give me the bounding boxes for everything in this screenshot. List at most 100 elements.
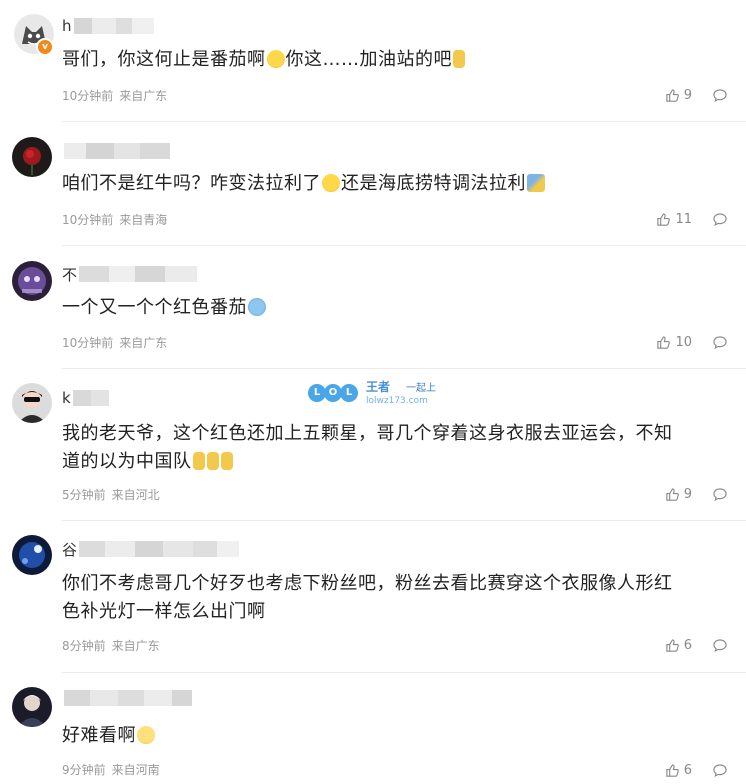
comment-text-part: 你这……加油站的吧 [285,49,452,70]
like-count: 9 [683,87,692,103]
like-count: 9 [683,486,692,502]
watermark-url: lolwz173.com [366,396,428,406]
doge-emoji-icon [220,452,233,470]
avatar[interactable] [12,137,52,177]
comment-actions: 6 [665,635,728,655]
comment-location: 来自青海 [119,212,168,227]
thumbs-up-icon [666,763,679,777]
thumbs-up-icon [657,212,671,226]
username[interactable]: k [62,388,109,408]
doge-emoji-icon [206,452,219,470]
username-redacted [73,18,154,34]
site-watermark: L O L 王者 一起上 lolwz173.com [308,378,443,412]
username-initial: h [62,17,72,35]
comment-bubble-icon[interactable] [712,212,728,227]
comment-text-part: 道的以为中国队 [62,451,192,472]
comment-time: 8分钟前 [62,638,106,653]
comment-text: 咱们不是红牛吗？咋变法拉利了 还是海底捞特调法拉利 [62,170,732,198]
like-button[interactable]: 6 [665,638,692,653]
like-count: 6 [683,637,692,653]
comment-text: 一个又一个个红色番茄 [62,294,732,322]
like-button[interactable]: 11 [656,212,692,227]
divider [62,672,746,673]
username[interactable]: 不 [62,264,198,284]
comment-location: 来自广东 [119,88,168,103]
comment-text: 我的老天爷，这个红色还加上五颗星，哥几个穿着这身衣服去亚运会，不知 道的以为中国队 [62,420,732,476]
like-button[interactable]: 9 [665,487,692,502]
comment-text: 好难看啊 [62,722,732,750]
comment-location: 来自广东 [119,335,168,350]
comment-meta: 10分钟前 来自广东 [62,333,167,351]
comment-meta: 5分钟前 来自河北 [62,485,160,503]
username-initial: 谷 [62,540,78,559]
comment-actions: 6 [665,760,728,780]
comment-meta: 10分钟前 来自青海 [62,210,167,228]
like-button[interactable]: 6 [665,763,692,778]
comment-bubble-icon[interactable] [712,638,728,653]
comment-actions: 9 [665,85,728,105]
username-redacted [79,266,198,282]
laughing-emoji-icon [266,50,285,68]
avatar[interactable] [12,535,52,575]
comment-meta: 10分钟前 来自广东 [62,86,167,104]
doge-emoji-icon [192,452,205,470]
comment-time: 10分钟前 [62,212,114,227]
comment-time: 10分钟前 [62,88,114,103]
thumbs-up-icon [666,88,679,102]
username-redacted [72,390,109,406]
like-button[interactable]: 9 [665,88,692,103]
thumbs-up-icon [657,335,671,349]
like-count: 6 [683,762,692,778]
avatar[interactable] [12,261,52,301]
like-count: 11 [675,211,692,227]
comment-text-part: 咱们不是红牛吗？咋变法拉利了 [62,173,321,194]
comment-bubble-icon[interactable] [712,487,728,502]
username[interactable]: h [62,16,154,36]
like-count: 10 [675,334,692,350]
sweat-emoji-icon [322,174,340,192]
comment-text-part: 哥们，你这何止是番茄啊 [62,49,266,70]
avatar[interactable] [12,383,52,423]
comment-actions: 9 [665,484,728,504]
thumbs-up-icon [666,638,679,652]
comment-actions: 10 [656,332,728,352]
comment-actions: 11 [656,209,728,229]
comment-text-part: 色补光灯一样怎么出门啊 [62,601,266,622]
comment-text-part: 我的老天爷，这个红色还加上五颗星，哥几个穿着这身衣服去亚运会，不知 [62,423,673,444]
comment-location: 来自河北 [111,487,160,502]
username[interactable] [62,141,170,161]
username-redacted [64,690,192,706]
comment-bubble-icon[interactable] [712,335,728,350]
comment-text: 你们不考虑哥几个好歹也考虑下粉丝吧，粉丝去看比赛穿这个衣服像人形红 色补光灯一样怎… [62,570,732,626]
username[interactable] [62,688,192,708]
username-redacted [64,143,170,159]
like-button[interactable]: 10 [656,335,692,350]
comment-text: 哥们，你这何止是番茄啊 你这……加油站的吧 [62,46,732,74]
divider [62,245,746,246]
divider [62,520,746,521]
divider [62,121,746,122]
comment-text-part: 好难看啊 [62,725,136,746]
watermark-letter: L [340,384,358,402]
comment-text-part: 一个又一个个红色番茄 [62,297,247,318]
comment-time: 5分钟前 [62,487,106,502]
thumbs-up-icon [666,487,679,501]
comment-meta: 8分钟前 来自广东 [62,636,160,654]
watermark-tag: 一起上 [406,383,436,394]
comment-bubble-icon[interactable] [712,88,728,103]
comment-meta: 9分钟前 来自河南 [62,760,160,778]
username-redacted [79,541,240,557]
bottle-emoji-icon [527,174,545,192]
comment-location: 来自河南 [111,762,160,777]
grimace-emoji-icon [137,726,155,744]
username-initial: 不 [62,265,78,284]
divider [62,368,746,369]
comment-location: 来自广东 [111,638,160,653]
verified-badge: v [36,38,54,56]
comment-bubble-icon[interactable] [712,763,728,778]
avatar[interactable] [12,687,52,727]
comment-text-part: 你们不考虑哥几个好歹也考虑下粉丝吧，粉丝去看比赛穿这个衣服像人形红 [62,573,673,594]
comment-time: 9分钟前 [62,762,106,777]
watermark-brand: 王者 [366,380,391,394]
username[interactable]: 谷 [62,539,240,559]
